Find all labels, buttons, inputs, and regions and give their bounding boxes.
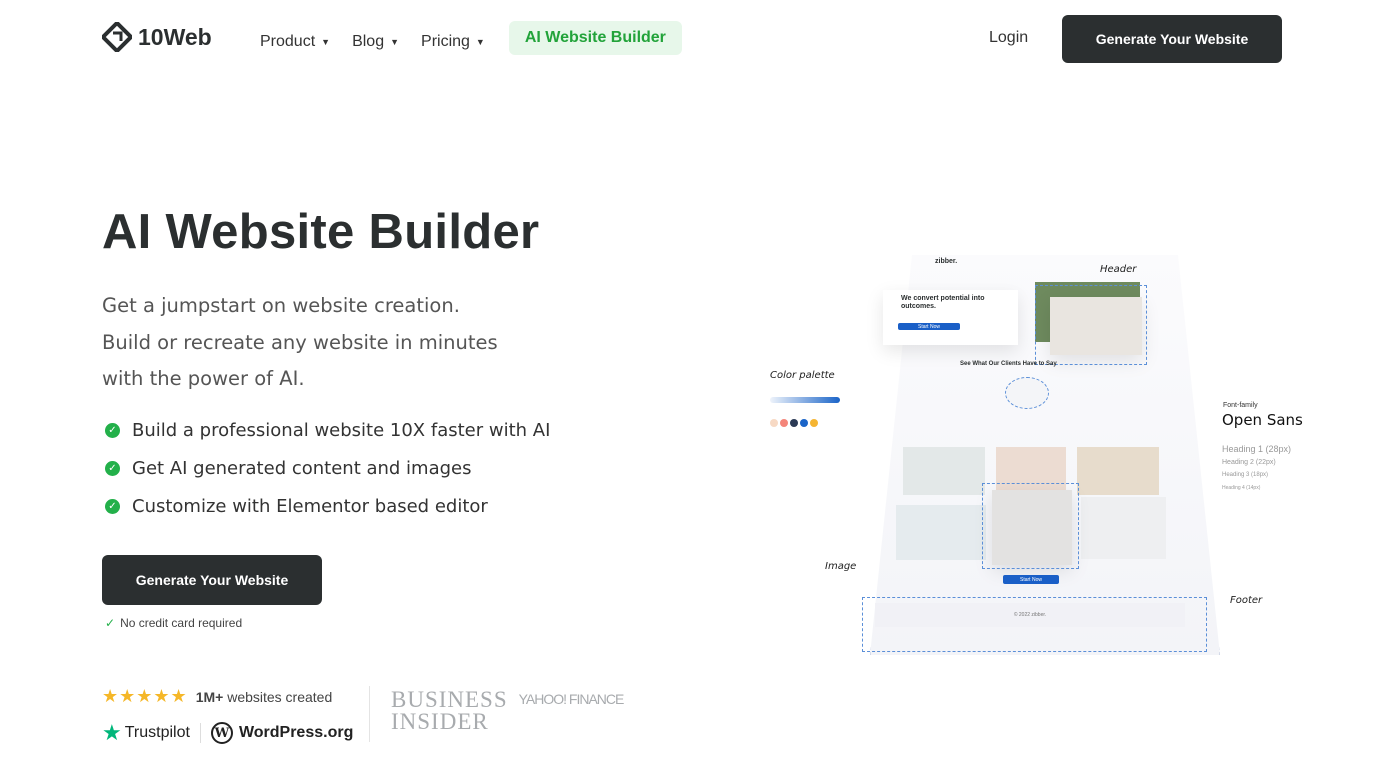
page-title: AI Website Builder [102, 205, 540, 259]
websites-count: 1M+ [195, 688, 224, 705]
heading-size: Heading 2 (22px) [1222, 459, 1276, 466]
color-palette-label: Color palette [770, 370, 835, 381]
heading-size: Heading 4 (14px) [1222, 485, 1261, 491]
feature-text: Get AI generated content and images [132, 457, 472, 479]
feature-item: ✓ Build a professional website 10X faster… [105, 411, 550, 449]
selection-outline [982, 483, 1079, 569]
color-swatch [780, 419, 788, 427]
feature-item: ✓ Customize with Elementor based editor [105, 487, 550, 525]
color-swatch [790, 419, 798, 427]
color-swatch [800, 419, 808, 427]
wordpress-icon: W [210, 722, 233, 744]
preview-hero-heading: We convert potential into outcomes. [901, 295, 985, 310]
yahoo-finance-logo: YAHOO! FINANCE [516, 690, 626, 708]
check-icon: ✓ [105, 422, 120, 438]
font-name: Open Sans [1222, 411, 1303, 429]
selection-outline [1035, 285, 1147, 365]
heading-size: Heading 1 (28px) [1222, 444, 1292, 454]
nav-label: Blog [352, 33, 385, 50]
website-preview-illustration: zibber. We convert potential into outcom… [770, 245, 1310, 660]
subtitle-line: Get a jumpstart on website creation. [102, 294, 460, 317]
generate-website-button[interactable]: Generate Your Website [102, 555, 322, 605]
footer-label: Footer [1230, 595, 1263, 606]
chevron-down-icon: ▼ [321, 37, 331, 47]
check-icon: ✓ [105, 460, 120, 476]
preview-photo [1081, 497, 1166, 559]
chevron-down-icon: ▼ [390, 37, 400, 47]
preview-photo [1077, 447, 1159, 495]
feature-list: ✓ Build a professional website 10X faster… [105, 411, 550, 525]
nav-label: Product [260, 33, 316, 50]
color-palette [770, 414, 820, 432]
preview-site-logo: zibber. [935, 258, 958, 265]
preview-start-button: Start Now [1003, 575, 1059, 584]
divider [369, 686, 370, 742]
preview-photo [896, 505, 986, 560]
chevron-down-icon: ▼ [475, 37, 485, 47]
subtitle-line: Build or recreate any website in minutes [102, 330, 498, 354]
header-label: Header [1100, 264, 1137, 275]
wordpress-logo[interactable]: W WordPress.org [210, 722, 354, 744]
websites-count-label: websites created [227, 688, 333, 705]
rating: ★★★★★ 1M+ websites created [102, 686, 332, 707]
check-icon: ✓ [105, 616, 116, 630]
preview-testimonials-heading: See What Our Clients Have to Say [960, 361, 1057, 367]
feature-item: ✓ Get AI generated content and images [105, 449, 550, 487]
header-generate-button[interactable]: Generate Your Website [1062, 15, 1282, 63]
feature-text: Build a professional website 10X faster … [132, 419, 551, 441]
subtitle-line: with the power of AI. [102, 367, 305, 390]
logo[interactable]: 10Web [102, 22, 212, 52]
check-icon: ✓ [105, 498, 120, 514]
trustpilot-logo[interactable]: ★ Trustpilot [102, 720, 190, 746]
logo-icon [102, 22, 132, 52]
heading-sizes: Heading 1 (28px) Heading 2 (22px) Headin… [1222, 443, 1291, 495]
trustpilot-star-icon: ★ [102, 720, 122, 745]
color-swatch [810, 419, 818, 427]
no-credit-card-note: ✓ No credit card required [105, 616, 242, 630]
nav-label: Pricing [421, 33, 470, 50]
font-family-label: Font-family [1223, 402, 1258, 409]
feature-text: Customize with Elementor based editor [132, 495, 488, 517]
star-rating-icon: ★★★★★ [102, 686, 188, 706]
nav-pricing[interactable]: Pricing ▼ [421, 33, 485, 51]
hero-subtitle: Get a jumpstart on website creation. Bui… [102, 288, 498, 398]
color-shades [770, 397, 840, 403]
nav-product[interactable]: Product ▼ [260, 33, 330, 51]
selection-outline [862, 597, 1207, 652]
review-brands: ★ Trustpilot W WordPress.org [102, 720, 353, 746]
note-text: No credit card required [120, 616, 243, 630]
yahoo-text: YAHOO! FINANCE [518, 691, 625, 707]
avatar [1005, 377, 1049, 409]
logo-text: 10Web [138, 23, 212, 50]
business-insider-logo: BUSINESS INSIDER [391, 687, 508, 734]
wordpress-text: WordPress.org [238, 724, 354, 741]
preview-photo [903, 447, 985, 495]
heading-size: Heading 3 (18px) [1222, 472, 1269, 478]
color-swatch [770, 419, 778, 427]
image-label: Image [825, 561, 857, 572]
preview-start-button: Start Now [898, 323, 960, 330]
nav-blog[interactable]: Blog ▼ [352, 33, 399, 51]
login-link[interactable]: Login [989, 29, 1028, 47]
divider [199, 723, 201, 743]
nav-ai-website-builder[interactable]: AI Website Builder [508, 21, 682, 55]
main-nav: Product ▼ Blog ▼ Pricing ▼ AI Website Build… [260, 21, 682, 55]
trustpilot-text: Trustpilot [124, 724, 190, 741]
preview-hero-card: We convert potential into outcomes. Star… [883, 290, 1018, 345]
